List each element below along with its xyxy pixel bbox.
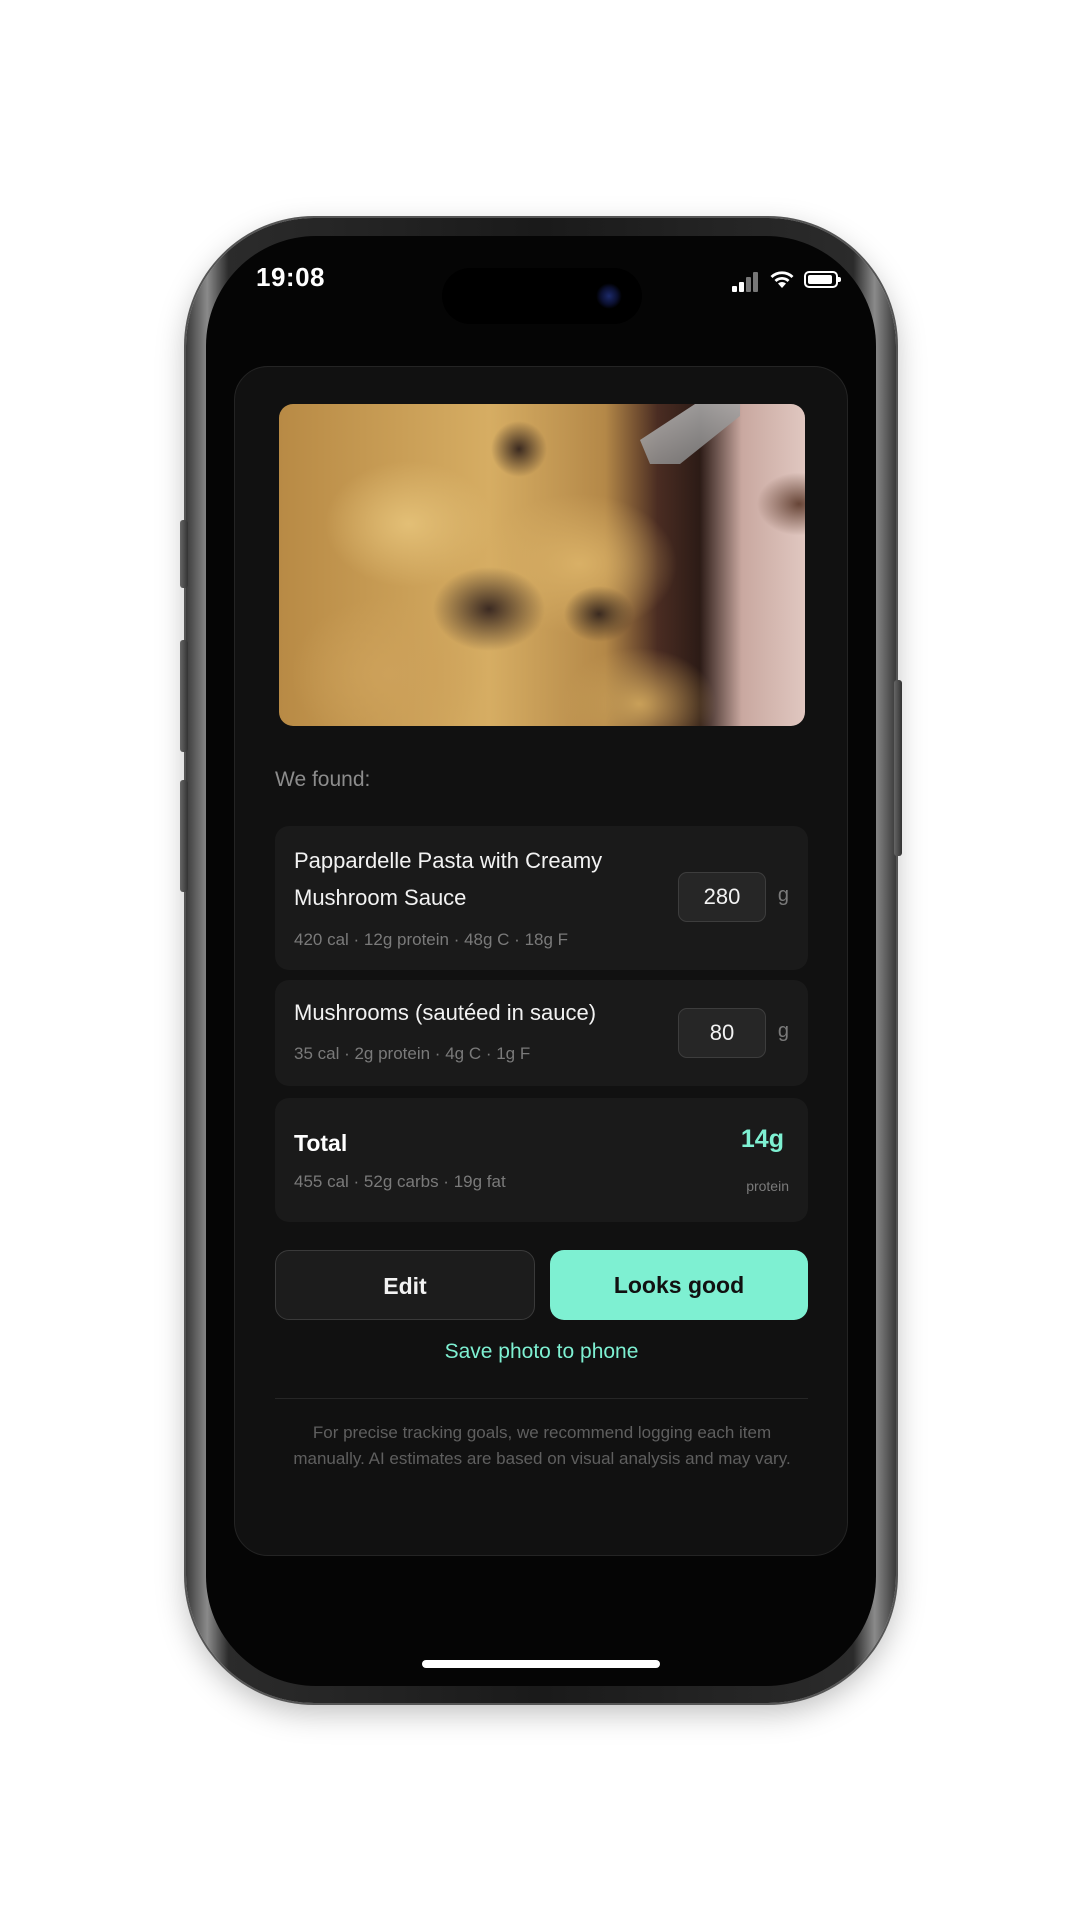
- total-protein-value: 14g: [740, 1125, 784, 1153]
- action-button: [180, 520, 188, 588]
- status-icons: [732, 268, 848, 292]
- wifi-icon: [770, 271, 794, 288]
- volume-down-button: [180, 780, 188, 892]
- food-item-macros: 420 cal · 12g protein · 48g C · 18g F: [294, 930, 569, 949]
- food-item-row[interactable]: Mushrooms (sautéed in sauce) 35 cal · 2g…: [275, 980, 808, 1086]
- food-item-name: Mushrooms (sautéed in sauce): [294, 1000, 597, 1025]
- front-camera: [596, 283, 622, 309]
- quantity-unit: g: [777, 884, 789, 906]
- home-indicator[interactable]: [422, 1660, 660, 1668]
- food-photo: [279, 404, 805, 726]
- ai-disclaimer: For precise tracking goals, we recommend…: [293, 1423, 791, 1468]
- food-item-name: Pappardelle Pasta with Creamy Mushroom S…: [294, 848, 603, 910]
- results-heading: We found:: [275, 768, 371, 791]
- food-item-row[interactable]: Pappardelle Pasta with Creamy Mushroom S…: [275, 826, 808, 970]
- quantity-input[interactable]: 280: [678, 872, 766, 922]
- total-summary: Total 455 cal · 52g carbs · 19g fat 14g …: [275, 1098, 808, 1222]
- volume-up-button: [180, 640, 188, 752]
- divider: [275, 1398, 808, 1399]
- battery-icon: [804, 271, 841, 288]
- save-photo-link[interactable]: Save photo to phone: [275, 1340, 808, 1364]
- power-button: [894, 680, 902, 856]
- status-time: 19:08: [256, 262, 325, 292]
- total-macros: 455 cal · 52g carbs · 19g fat: [294, 1172, 506, 1191]
- food-item-macros: 35 cal · 2g protein · 4g C · 1g F: [294, 1044, 531, 1063]
- quantity-input[interactable]: 80: [678, 1008, 766, 1058]
- total-protein-label: protein: [746, 1178, 789, 1194]
- total-label: Total: [294, 1130, 348, 1156]
- looks-good-button[interactable]: Looks good: [550, 1250, 808, 1320]
- quantity-unit: g: [777, 1020, 789, 1042]
- edit-button[interactable]: Edit: [275, 1250, 535, 1320]
